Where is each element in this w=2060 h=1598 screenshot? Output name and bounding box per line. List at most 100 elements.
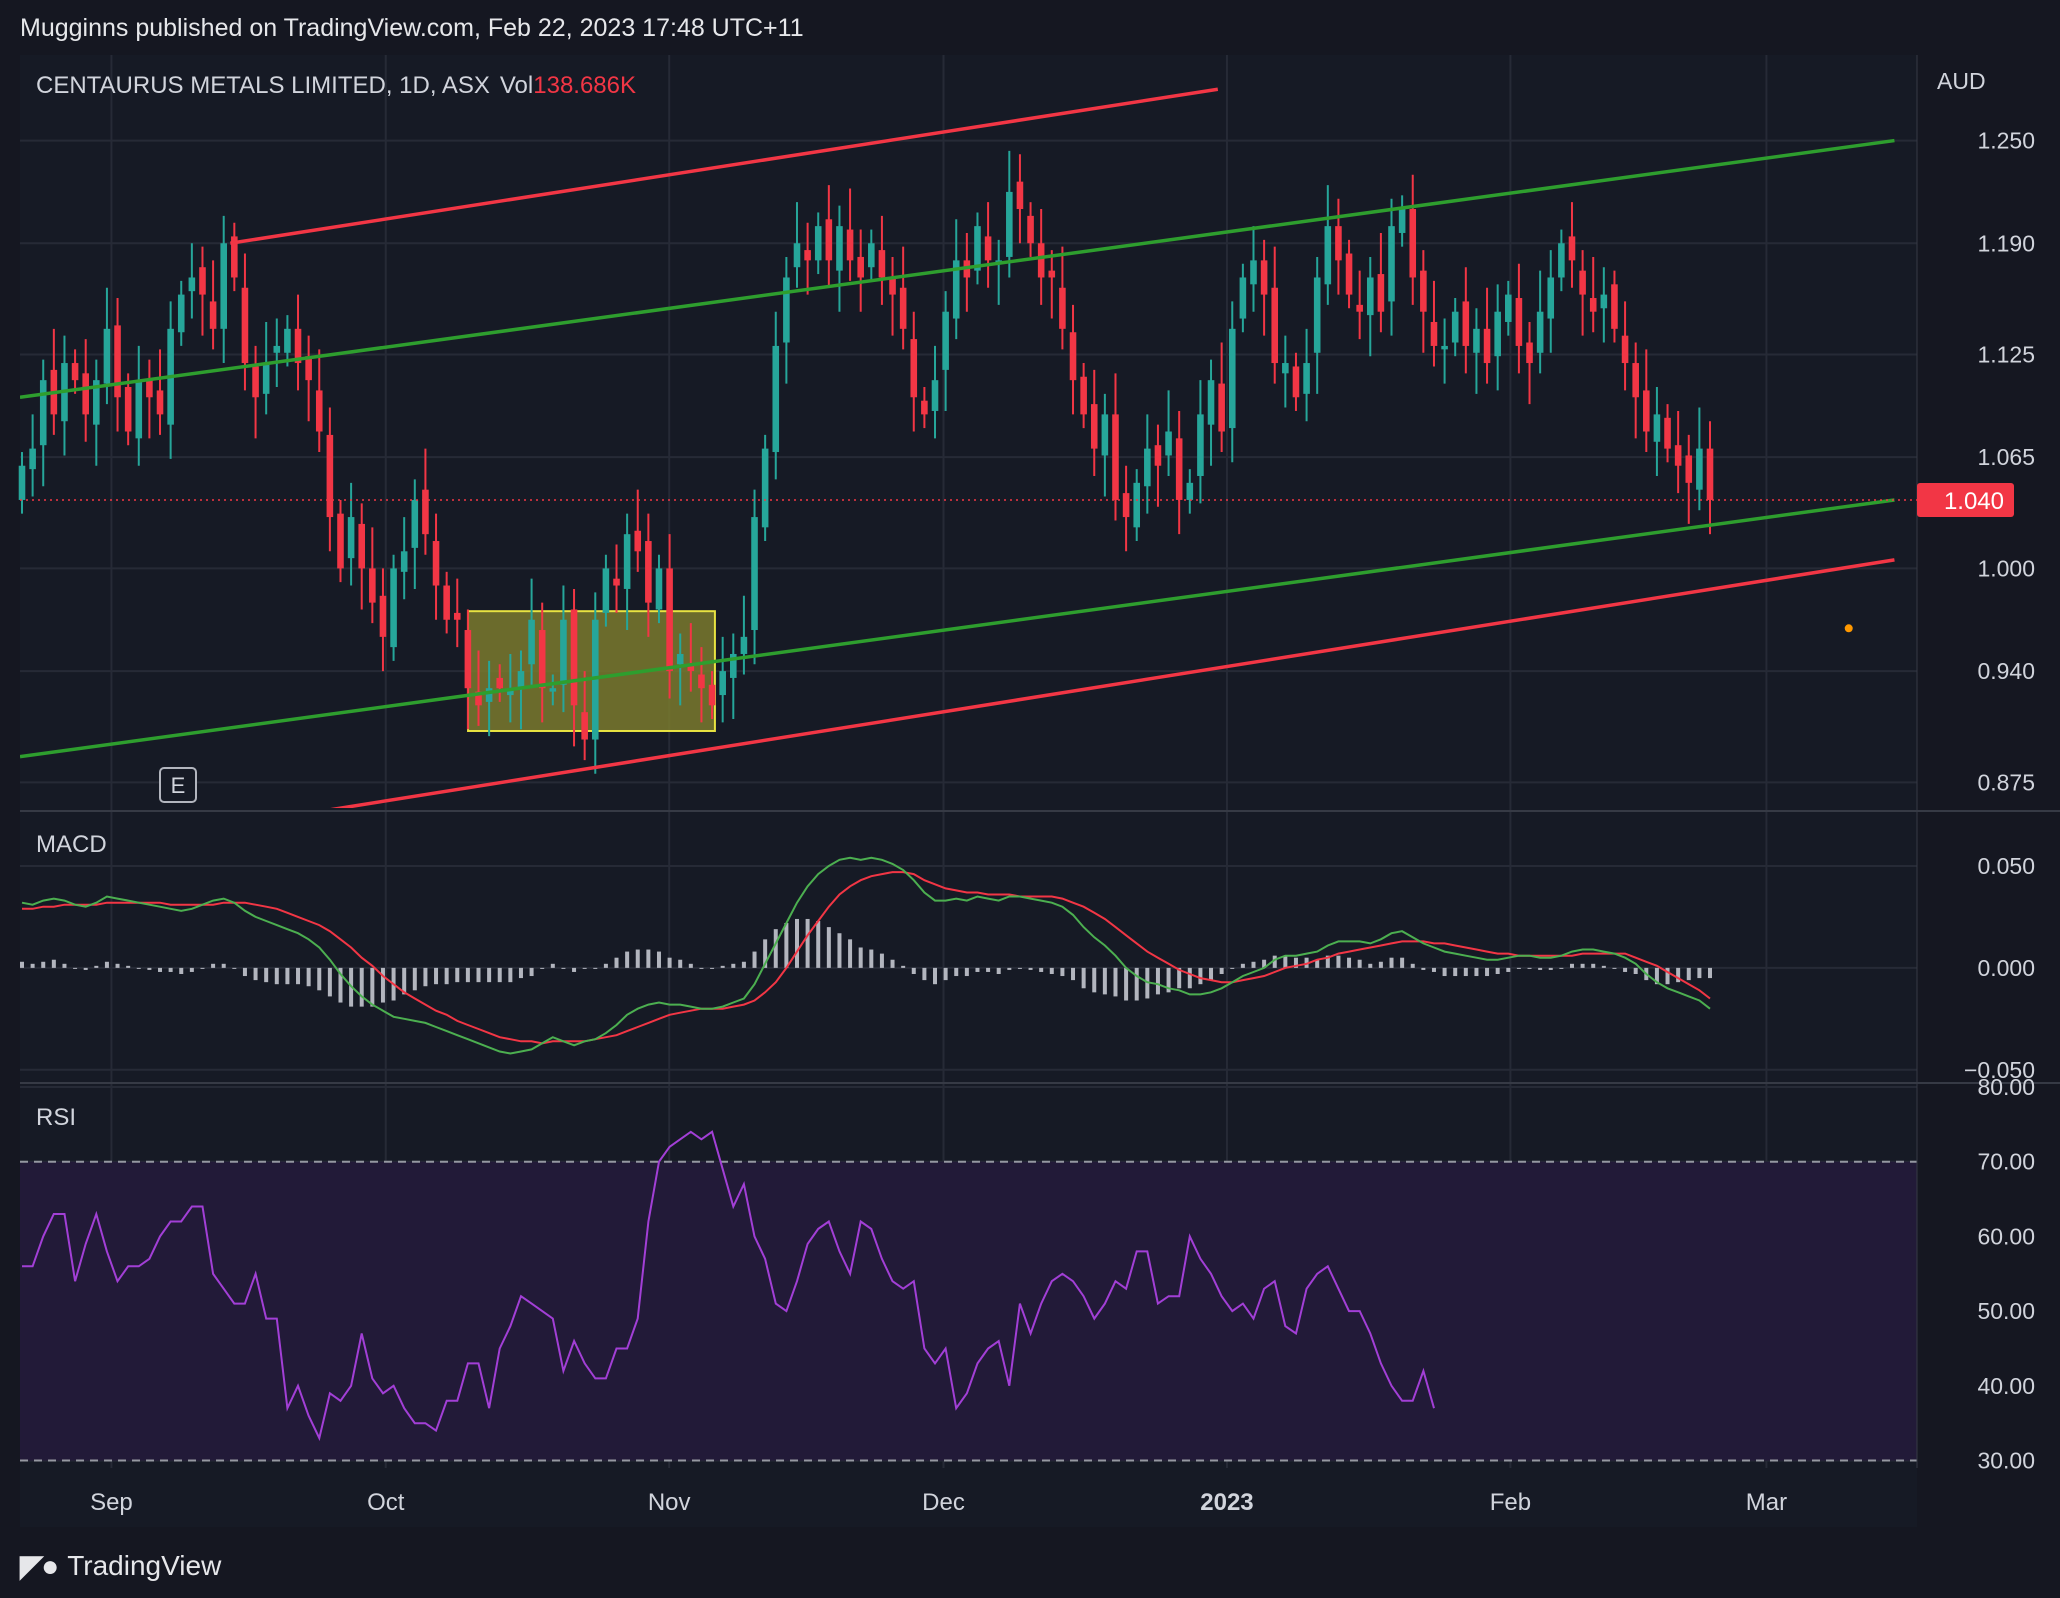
candle-body [804, 250, 811, 261]
candle-body [942, 311, 949, 370]
candle-body [857, 256, 864, 278]
macd-histogram-bar [550, 963, 555, 968]
macd-histogram-bar [1708, 967, 1712, 979]
candle-body [1069, 332, 1077, 381]
candle-body [496, 677, 504, 689]
candle-body [443, 585, 450, 620]
candle-body [358, 523, 366, 569]
candle-body [984, 236, 992, 261]
macd-histogram-bar [540, 967, 545, 969]
candle-body [71, 363, 79, 381]
candle-body [1048, 270, 1056, 278]
macd-histogram-bar [943, 967, 948, 981]
candle-body [1207, 380, 1215, 425]
candle-body [1345, 253, 1353, 295]
macd-histogram-bar [816, 921, 821, 968]
volume-value: 138.686K [533, 72, 636, 99]
candle-body [1611, 284, 1618, 329]
chart-canvas[interactable]: 1.040 Sep Oct Nov Dec 2023 Feb Mar 1.250 1.190 1.… [0, 0, 2060, 1530]
x-tick-label: 2023 [1200, 1489, 1253, 1516]
macd-histogram-bar [1431, 967, 1436, 972]
macd-histogram-bar [412, 967, 417, 991]
candle-body [846, 229, 854, 261]
candle-body [1197, 414, 1204, 476]
macd-histogram-bar [646, 949, 651, 968]
macd-histogram-bar [359, 967, 364, 1007]
macd-histogram-bar [741, 961, 746, 968]
candle-body [676, 653, 684, 665]
macd-histogram-bar [476, 967, 481, 983]
candle-body [1409, 209, 1417, 278]
macd-histogram-bar [688, 963, 693, 968]
macd-histogram-bar [1368, 963, 1373, 968]
chart-screenshot: Mugginns published on TradingView.com, F… [0, 0, 2060, 1598]
candle-body [868, 243, 875, 268]
macd-histogram-bar [890, 959, 895, 968]
candle[interactable] [761, 434, 769, 542]
candle-body [18, 465, 26, 500]
candle-body [1016, 181, 1024, 210]
candle-body [1101, 414, 1109, 456]
candle-body [1356, 304, 1363, 312]
macd-histogram-bar [221, 963, 226, 968]
highlight-zone-rect[interactable] [467, 610, 716, 732]
macd-histogram-bar [147, 967, 152, 970]
candle-body [1313, 277, 1321, 353]
macd-histogram-bar [1071, 967, 1076, 981]
candle-body [910, 339, 918, 398]
candle-body [623, 534, 631, 589]
candle[interactable] [390, 554, 397, 661]
macd-histogram-bar [720, 965, 725, 968]
macd-histogram-bar [274, 967, 279, 985]
candle-body [464, 630, 472, 689]
macd-histogram-bar [20, 961, 24, 968]
candle-body [836, 226, 843, 271]
tradingview-logo-icon: ◤● [20, 1549, 59, 1583]
macd-histogram-bar [232, 967, 237, 969]
macd-histogram-bar [1623, 967, 1628, 972]
earnings-marker[interactable]: E [159, 767, 197, 803]
candle-body [1228, 328, 1236, 429]
macd-histogram-bar [126, 965, 131, 968]
candle-body [602, 568, 610, 613]
candle-body [262, 363, 270, 394]
macd-histogram-bar [1092, 967, 1097, 993]
price-tick-label: 1.250 [1977, 128, 2035, 154]
macd-histogram-bar [434, 967, 439, 985]
macd-histogram-bar [30, 963, 35, 968]
candle-body [453, 612, 461, 620]
price-tick-label: 0.940 [1977, 658, 2035, 684]
candle-body [411, 499, 419, 548]
macd-histogram-bar [1336, 955, 1341, 968]
candle-body [634, 530, 642, 552]
candle-body [337, 513, 344, 569]
macd-histogram-bar [826, 927, 831, 968]
candle-body [82, 373, 89, 415]
highlight-zone[interactable] [467, 610, 716, 732]
candle-body [29, 448, 36, 470]
candle-body [1664, 417, 1671, 449]
macd-histogram-bar [306, 967, 311, 987]
candle-body [1218, 383, 1225, 432]
macd-histogram-bar [1697, 967, 1702, 979]
macd-histogram-bar [1028, 967, 1033, 970]
macd-histogram-bar [1081, 967, 1086, 989]
macd-histogram-bar [1219, 967, 1224, 974]
macd-histogram-bar [1134, 967, 1139, 1001]
candle-body [570, 609, 578, 706]
macd-histogram-bar [1474, 967, 1479, 977]
candle-body [772, 345, 780, 453]
candle-body [241, 287, 249, 364]
candle-body [1144, 448, 1151, 487]
macd-histogram-bar [423, 967, 428, 987]
candle-body [1526, 342, 1533, 364]
footer-brand: TradingView [67, 1550, 222, 1581]
macd-histogram-bar [1591, 963, 1596, 968]
tradingview-footer[interactable]: ◤● TradingView [20, 1548, 221, 1584]
macd-histogram-bar [1283, 955, 1288, 968]
candle-body [1112, 414, 1119, 500]
macd-histogram-bar [1240, 963, 1245, 968]
macd-tick-label: 0.000 [1977, 955, 2035, 981]
candle-body [1706, 448, 1714, 500]
candle-body [273, 345, 281, 353]
